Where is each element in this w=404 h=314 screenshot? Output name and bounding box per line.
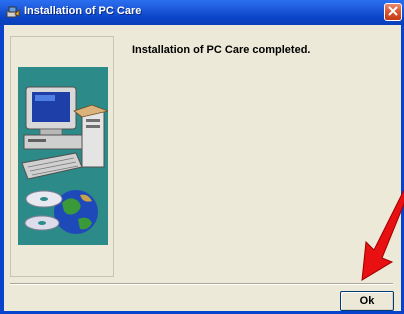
- ok-button[interactable]: Ok: [340, 291, 394, 311]
- window-title: Installation of PC Care: [24, 5, 142, 17]
- setup-icon: [6, 5, 20, 19]
- dialog-body: Installation of PC Care completed. Ok: [4, 25, 401, 311]
- illustration-panel: [10, 36, 114, 277]
- title-bar[interactable]: Installation of PC Care: [0, 0, 404, 25]
- close-icon: [388, 3, 398, 21]
- completion-message: Installation of PC Care completed.: [132, 44, 311, 56]
- computer-illustration: [18, 67, 110, 245]
- installer-dialog: Installation of PC Care Installation of …: [0, 0, 404, 314]
- close-button[interactable]: [384, 3, 402, 21]
- separator-line: [10, 283, 393, 285]
